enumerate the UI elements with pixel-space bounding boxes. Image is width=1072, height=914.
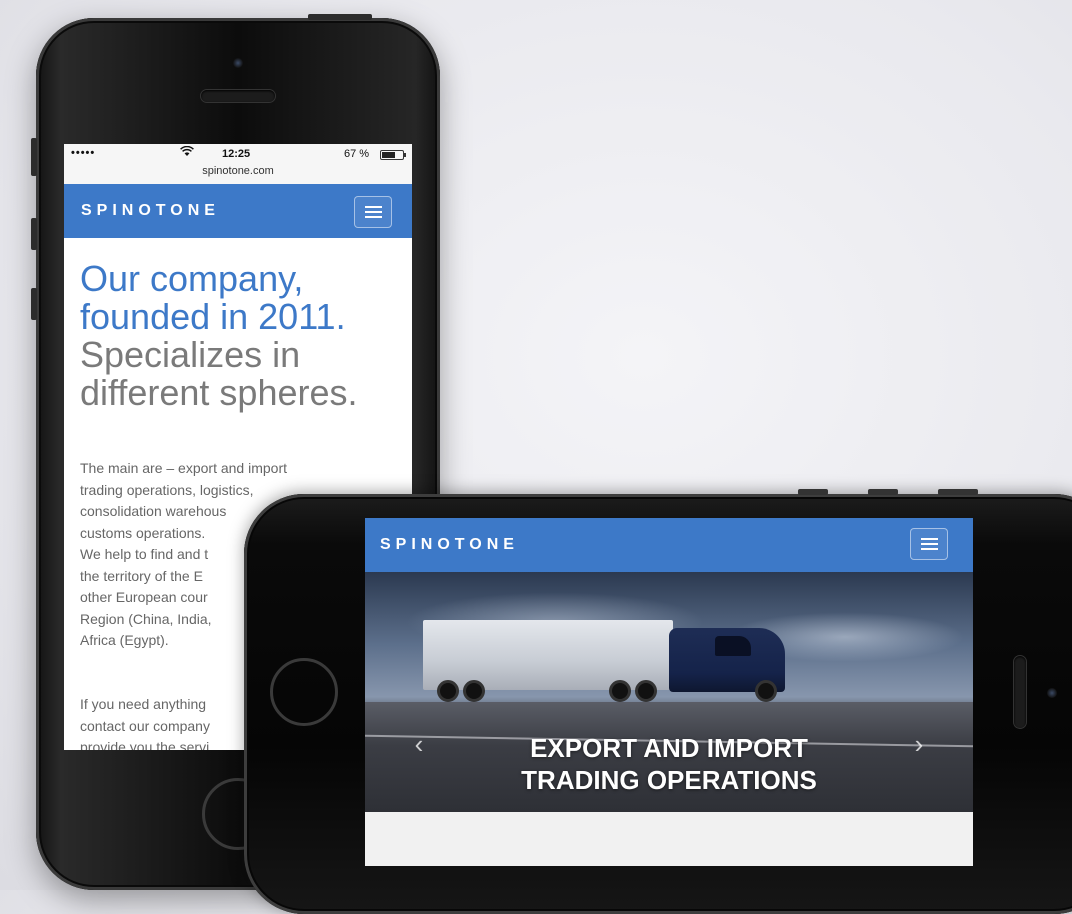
- heading-line: Specializes in: [80, 334, 301, 375]
- hero-slider: ‹ EXPORT AND IMPORT TRADING OPERATIONS ›: [365, 572, 973, 812]
- front-camera: [233, 58, 243, 68]
- truck-wheel: [609, 680, 631, 702]
- hero-caption-line: TRADING OPERATIONS: [521, 765, 817, 795]
- heading-line: founded in 2011.: [80, 296, 346, 337]
- heading-line: different spheres.: [80, 372, 358, 413]
- truck-wheel: [635, 680, 657, 702]
- site-navbar: SPINOTONE: [365, 518, 973, 572]
- volume-down-button: [31, 288, 37, 320]
- page-heading: Our company, founded in 2011. Specialize…: [80, 260, 400, 412]
- truck-wheel: [755, 680, 777, 702]
- hero-caption: EXPORT AND IMPORT TRADING OPERATIONS: [485, 732, 853, 796]
- wifi-icon: [180, 145, 194, 160]
- hero-caption-line: EXPORT AND IMPORT: [530, 733, 808, 763]
- earpiece-speaker: [1014, 656, 1026, 728]
- site-navbar: SPINOTONE: [64, 184, 412, 238]
- address-bar-url[interactable]: spinotone.com: [64, 165, 412, 177]
- heading-line: Our company,: [80, 258, 304, 299]
- front-camera: [1047, 688, 1057, 698]
- menu-icon[interactable]: [354, 196, 392, 228]
- battery-icon: [380, 150, 406, 160]
- mute-switch: [31, 138, 37, 176]
- status-time: 12:25: [222, 148, 251, 160]
- landscape-phone: SPINOTONE ‹ EXPORT AND IMPORT TRADING OP…: [244, 489, 1072, 914]
- menu-icon[interactable]: [910, 528, 948, 560]
- home-button[interactable]: [270, 658, 338, 726]
- truck-wheel: [463, 680, 485, 702]
- volume-down-button: [868, 489, 898, 495]
- volume-up-button: [31, 218, 37, 250]
- truck-wheel: [437, 680, 459, 702]
- chevron-right-icon[interactable]: ›: [907, 731, 931, 757]
- chevron-left-icon[interactable]: ‹: [407, 731, 431, 757]
- power-button: [308, 14, 372, 20]
- landscape-screen: SPINOTONE ‹ EXPORT AND IMPORT TRADING OP…: [365, 518, 973, 866]
- earpiece-speaker: [201, 90, 275, 102]
- signal-indicator: •••••: [71, 147, 96, 159]
- volume-up-button: [798, 489, 828, 495]
- paragraph-line: The main are – export and import: [80, 460, 287, 476]
- truck-trailer: [423, 620, 673, 690]
- site-logo[interactable]: SPINOTONE: [380, 536, 519, 554]
- site-logo[interactable]: SPINOTONE: [81, 202, 220, 220]
- status-bar: ••••• 12:25 67 % spinotone.com: [64, 144, 412, 184]
- truck-window: [715, 636, 751, 656]
- battery-percent: 67 %: [344, 148, 370, 160]
- mute-switch: [938, 489, 978, 495]
